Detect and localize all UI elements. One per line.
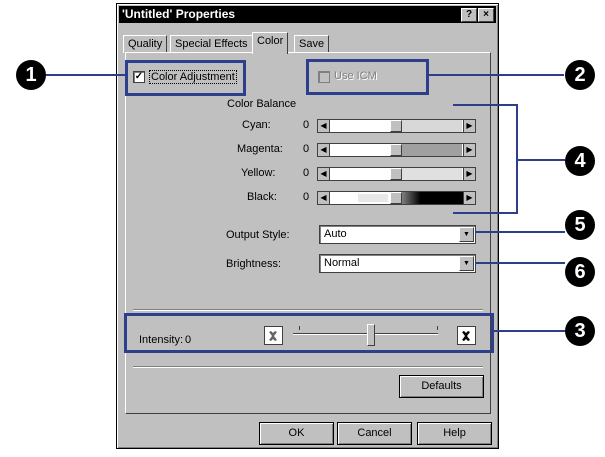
cyan-value: 0 <box>303 119 310 131</box>
black-value: 0 <box>303 191 310 203</box>
callout-4: 4 <box>565 146 595 176</box>
brightness-select[interactable]: Normal ▼ <box>319 254 476 273</box>
brightness-dropdown-icon[interactable]: ▼ <box>459 256 474 271</box>
callout-3: 3 <box>565 316 595 346</box>
magenta-slider[interactable]: ◀ ▶ <box>317 143 476 157</box>
defaults-button[interactable]: Defaults <box>399 375 484 398</box>
help-button[interactable]: Help <box>417 422 492 445</box>
tab-special-effects[interactable]: Special Effects <box>170 35 253 53</box>
cyan-right-arrow-icon[interactable]: ▶ <box>463 120 475 132</box>
yellow-slider[interactable]: ◀ ▶ <box>317 167 476 181</box>
cyan-slider-thumb[interactable] <box>390 120 402 132</box>
cyan-label: Cyan: <box>242 119 271 131</box>
output-style-label: Output Style: <box>226 229 290 241</box>
tab-save[interactable]: Save <box>294 35 330 53</box>
magenta-value: 0 <box>303 143 310 155</box>
cyan-slider[interactable]: ◀ ▶ <box>317 119 476 133</box>
yellow-slider-thumb[interactable] <box>390 168 402 180</box>
yellow-label: Yellow: <box>241 167 276 179</box>
yellow-left-arrow-icon[interactable]: ◀ <box>318 168 330 180</box>
yellow-value: 0 <box>303 167 310 179</box>
help-title-button[interactable]: ? <box>461 8 477 22</box>
dialog-title: 'Untitled' Properties <box>122 7 236 21</box>
separator-bottom <box>133 366 483 368</box>
cyan-left-arrow-icon[interactable]: ◀ <box>318 120 330 132</box>
black-slider-thumb[interactable] <box>390 192 402 204</box>
output-style-select[interactable]: Auto ▼ <box>319 225 476 244</box>
callout-2: 2 <box>565 60 595 90</box>
black-right-arrow-icon[interactable]: ▶ <box>463 192 475 204</box>
black-left-arrow-icon[interactable]: ◀ <box>318 192 330 204</box>
callout-6: 6 <box>565 257 595 287</box>
intensity-highlight <box>124 313 494 353</box>
magenta-left-arrow-icon[interactable]: ◀ <box>318 144 330 156</box>
color-balance-title: Color Balance <box>227 98 297 110</box>
close-button[interactable]: × <box>478 8 494 22</box>
color-adjustment-highlight <box>125 60 246 96</box>
brightness-label: Brightness: <box>226 258 282 270</box>
magenta-slider-thumb[interactable] <box>390 144 402 156</box>
tab-color[interactable]: Color <box>252 32 289 54</box>
separator-top <box>133 309 483 311</box>
title-bar[interactable]: 'Untitled' Properties ? × <box>119 6 496 23</box>
callout-5: 5 <box>565 210 595 240</box>
black-label: Black: <box>247 191 277 203</box>
yellow-right-arrow-icon[interactable]: ▶ <box>463 168 475 180</box>
cancel-button[interactable]: Cancel <box>337 422 412 445</box>
brightness-value: Normal <box>324 257 360 269</box>
magenta-label: Magenta: <box>237 143 283 155</box>
output-style-dropdown-icon[interactable]: ▼ <box>459 227 474 242</box>
black-slider[interactable]: ◀ ▶ <box>317 191 476 205</box>
magenta-right-arrow-icon[interactable]: ▶ <box>463 144 475 156</box>
output-style-value: Auto <box>324 228 347 240</box>
tab-quality[interactable]: Quality <box>123 35 168 53</box>
ok-button[interactable]: OK <box>259 422 334 445</box>
callout-1: 1 <box>16 60 46 90</box>
use-icm-highlight <box>306 59 429 95</box>
